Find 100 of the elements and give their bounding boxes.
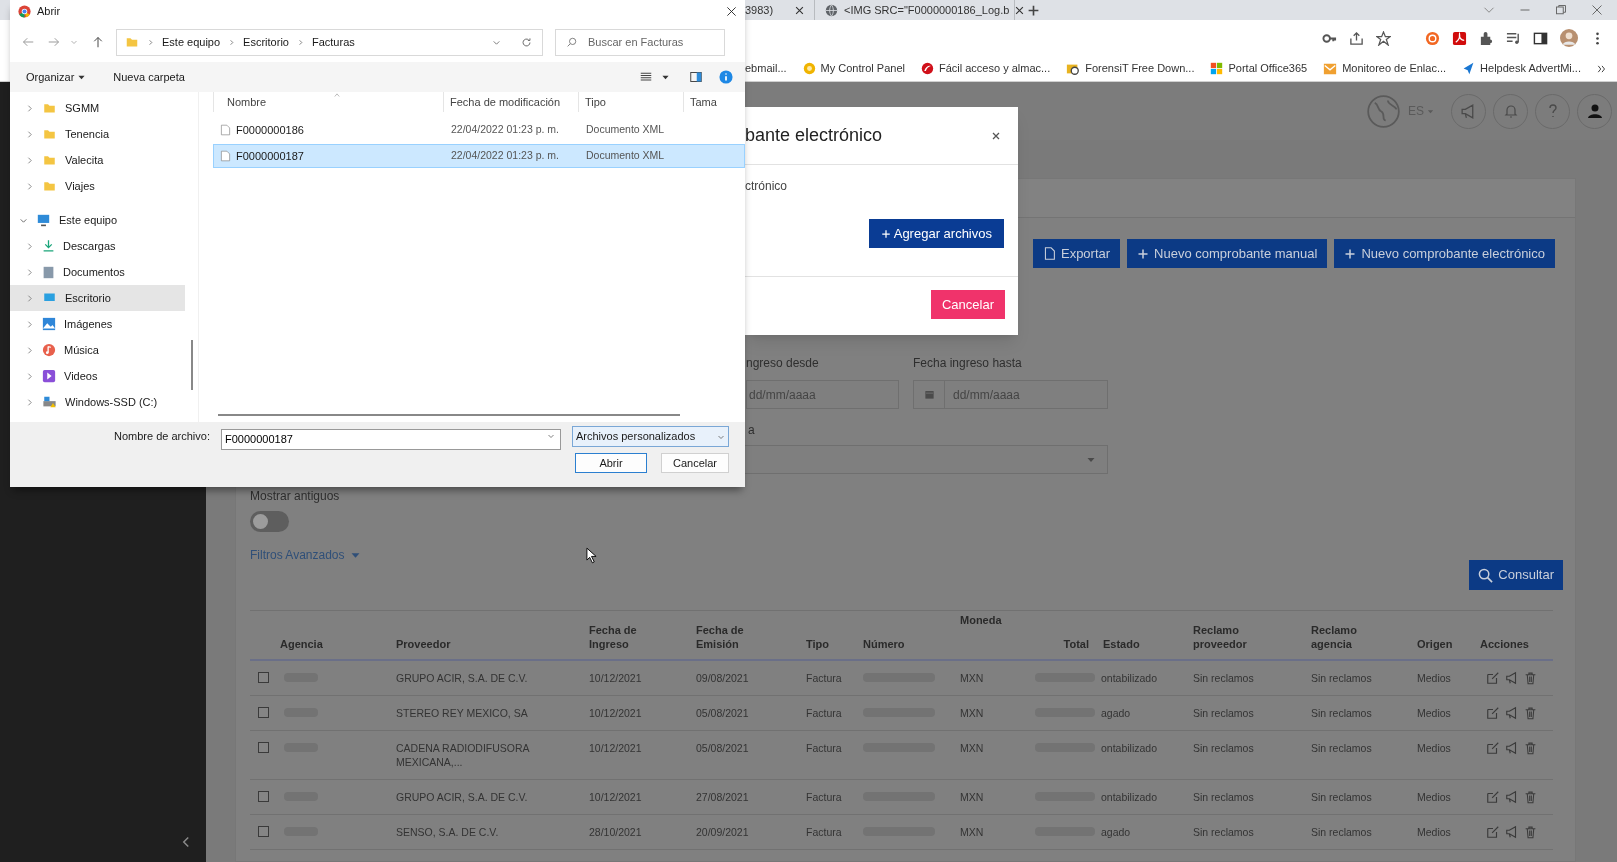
column-header[interactable]: Tipo — [578, 92, 683, 112]
megaphone-icon[interactable] — [1505, 825, 1519, 839]
trash-icon[interactable] — [1524, 790, 1537, 804]
toolbar-button[interactable]: Nuevo comprobante electrónico — [1334, 239, 1555, 268]
nav-item[interactable]: Windows-SSD (C:) — [10, 389, 185, 415]
calendar-button[interactable] — [913, 380, 945, 409]
trash-icon[interactable] — [1524, 671, 1537, 685]
column-header[interactable]: Acciones — [1480, 637, 1552, 651]
bookmark[interactable]: Helpdesk AdvertMi... — [1480, 60, 1581, 77]
nav-item[interactable]: Descargas — [10, 233, 185, 259]
bookmark[interactable]: Monitoreo de Enlac... — [1342, 60, 1447, 77]
toolbar-button[interactable]: Nuevo comprobante manual — [1127, 239, 1328, 268]
restore-icon[interactable] — [1555, 4, 1567, 16]
checkbox[interactable] — [258, 672, 269, 683]
new-folder-button[interactable]: Nueva carpeta — [113, 68, 185, 86]
avatar-icon[interactable] — [1560, 29, 1578, 47]
caret-icon[interactable] — [662, 73, 669, 81]
toggle-switch[interactable] — [250, 511, 289, 532]
close-icon[interactable] — [726, 5, 737, 17]
search-field[interactable]: Buscar en Facturas — [555, 28, 725, 56]
column-header[interactable]: Reclamo agencia — [1311, 623, 1383, 651]
column-header[interactable]: Fecha de modificación — [443, 92, 578, 112]
column-header[interactable]: Fecha de Emisión — [696, 623, 768, 651]
column-header[interactable]: Moneda — [960, 613, 1020, 627]
cancel-button[interactable]: Cancelar — [930, 290, 1005, 319]
breadcrumb[interactable]: Este equipo — [162, 33, 221, 51]
help-icon[interactable] — [719, 70, 733, 84]
column-header[interactable]: Agencia — [280, 637, 352, 651]
breadcrumb[interactable]: Escritorio — [243, 33, 289, 51]
nav-item[interactable]: Videos — [10, 363, 185, 389]
tab-title[interactable]: 3983) — [745, 1, 789, 19]
column-header[interactable]: Estado — [1103, 637, 1175, 651]
date-field[interactable]: dd/mm/aaaa — [945, 380, 1108, 409]
organize-menu[interactable]: Organizar — [26, 68, 86, 86]
edit-icon[interactable] — [1486, 741, 1500, 755]
nav-item[interactable]: Documentos — [10, 259, 185, 285]
cancel-button[interactable]: Cancelar — [661, 453, 729, 473]
star-icon[interactable] — [1376, 30, 1391, 46]
view-list-icon[interactable] — [640, 71, 652, 83]
filename-field[interactable]: F0000000187 — [221, 428, 561, 450]
column-header[interactable]: Número — [863, 637, 935, 651]
breadcrumb[interactable]: Facturas — [311, 33, 355, 51]
column-header[interactable]: Tama — [683, 92, 723, 112]
column-header[interactable]: Fecha de Ingreso — [589, 623, 661, 651]
edit-icon[interactable] — [1486, 790, 1500, 804]
file-type-dropdown[interactable]: Archivos personalizados — [572, 426, 729, 447]
megaphone-icon[interactable] — [1505, 790, 1519, 804]
bookmark[interactable]: My Control Panel — [820, 60, 905, 77]
globe-icon[interactable] — [1366, 93, 1401, 129]
side-panel-icon[interactable] — [1533, 30, 1548, 46]
back-icon[interactable] — [22, 36, 34, 48]
bookmark[interactable]: Fácil acceso y almac... — [938, 60, 1051, 77]
column-header[interactable]: Total — [1020, 637, 1103, 651]
file-row[interactable]: F0000000186 22/04/2022 01:23 p. m. Documento XML — [213, 118, 745, 142]
trash-icon[interactable] — [1524, 706, 1537, 720]
megaphone-icon[interactable] — [1505, 706, 1519, 720]
megaphone-icon[interactable] — [1505, 741, 1519, 755]
close-icon[interactable] — [1015, 5, 1025, 15]
column-header[interactable]: Tipo — [806, 637, 863, 651]
column-header[interactable]: Reclamo proveedor — [1193, 623, 1265, 651]
checkbox[interactable] — [258, 707, 269, 718]
bookmark[interactable]: ebmail... — [745, 60, 787, 77]
edit-icon[interactable] — [1486, 825, 1500, 839]
nav-item[interactable]: Imágenes — [10, 311, 185, 337]
scrollbar[interactable] — [218, 414, 680, 416]
extension-icon[interactable] — [1425, 30, 1440, 46]
trash-icon[interactable] — [1524, 825, 1537, 839]
up-icon[interactable] — [92, 36, 104, 48]
tab-title[interactable]: <IMG SRC="F0000000186_Log.b — [844, 1, 1010, 19]
nav-item[interactable]: Música — [10, 337, 185, 363]
preview-pane-icon[interactable] — [689, 71, 703, 83]
megaphone-icon[interactable] — [1505, 671, 1519, 685]
share-icon[interactable] — [1349, 30, 1364, 46]
nav-item[interactable]: Tenencia — [10, 121, 185, 147]
scrollbar[interactable] — [190, 340, 193, 390]
add-files-button[interactable]: Agregar archivos — [868, 219, 1004, 248]
bookmark[interactable]: ForensiT Free Down... — [1085, 60, 1195, 77]
column-header[interactable]: Nombre — [213, 92, 443, 112]
checkbox[interactable] — [258, 826, 269, 837]
forward-icon[interactable] — [48, 36, 60, 48]
date-field[interactable]: dd/mm/aaaa — [746, 380, 899, 409]
puzzle-icon[interactable] — [1479, 30, 1494, 46]
open-button[interactable]: Abrir — [575, 453, 647, 473]
document-icon[interactable] — [1452, 30, 1467, 46]
column-header[interactable]: Origen — [1417, 637, 1480, 651]
nav-item[interactable]: Valecita — [10, 147, 185, 173]
playlist-icon[interactable] — [1506, 30, 1521, 46]
refresh-icon[interactable] — [521, 36, 532, 48]
search-button[interactable]: Consultar — [1469, 560, 1563, 590]
trash-icon[interactable] — [1524, 741, 1537, 755]
address-bar[interactable]: Este equipo Escritorio Facturas — [116, 28, 543, 56]
nav-item[interactable]: Escritorio — [10, 285, 185, 311]
toolbar-button[interactable]: Exportar — [1032, 239, 1121, 268]
checkbox[interactable] — [258, 742, 269, 753]
bookmark[interactable]: Portal Office365 — [1228, 60, 1308, 77]
file-row[interactable]: F0000000187 22/04/2022 01:23 p. m. Documento XML — [213, 144, 745, 168]
nav-item[interactable]: Viajes — [10, 173, 185, 199]
double-chevron-icon[interactable] — [1596, 63, 1607, 74]
checkbox[interactable] — [258, 791, 269, 802]
edit-icon[interactable] — [1486, 671, 1500, 685]
